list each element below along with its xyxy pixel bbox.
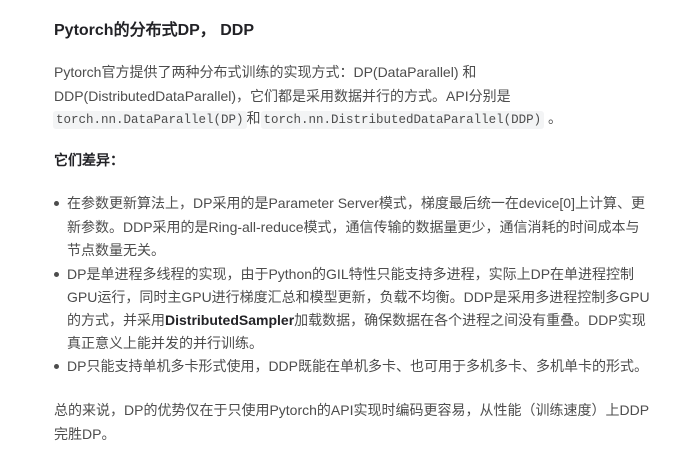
bullet-icon (54, 201, 59, 206)
summary-line: 总的来说，DP的优势仅在于只使用Pytorch的API实现时编码更容易，从性能（… (54, 402, 650, 418)
list-item-line: 新参数。DDP采用的是Ring-all-reduce模式，通信传输的数据量更少，… (67, 219, 640, 235)
summary-line: 完胜DP。 (54, 426, 116, 442)
list-item-line: 的方式，并采用DistributedSampler加载数据，确保数据在各个进程之… (67, 310, 646, 330)
text: 的方式，并采用 (67, 312, 165, 328)
intro-line: Pytorch官方提供了两种分布式训练的实现方式：DP(DataParallel… (54, 64, 477, 80)
bullet-icon (54, 272, 59, 277)
intro-line: DDP(DistributedDataParallel)，它们都是采用数据并行的… (54, 88, 511, 104)
bullet-icon (54, 364, 59, 369)
period: 。 (544, 110, 562, 126)
diff-heading: 它们差异： (54, 152, 124, 168)
page-title: Pytorch的分布式DP， DDP (54, 22, 255, 39)
bold-term: DistributedSampler (165, 312, 295, 328)
intro-api-line: torch.nn.DataParallel(DP) 和 torch.nn.Distr… (53, 108, 562, 130)
code-ddp: torch.nn.DistributedDataParallel(DDP) (260, 111, 545, 129)
list-item-line: 节点数量无关。 (67, 242, 165, 258)
joiner-text: 和 (246, 110, 261, 126)
list-item-line: DP是单进程多线程的实现，由于Python的GIL特性只能支持多进程，实际上DP… (67, 266, 635, 282)
text: 加载数据，确保数据在各个进程之间没有重叠。DDP实现 (294, 312, 646, 328)
code-dataparallel: torch.nn.DataParallel(DP) (53, 111, 247, 129)
list-item-line: 在参数更新算法上，DP采用的是Parameter Server模式，梯度最后统一… (67, 195, 645, 211)
list-item-line: 真正意义上能并发的并行训练。 (67, 335, 263, 351)
list-item-line: DP只能支持单机多卡形式使用，DDP既能在单机多卡、也可用于多机多卡、多机单卡的… (67, 358, 649, 374)
list-item-line: GPU运行，同时主GPU进行梯度汇总和模型更新，负载不均衡。DDP是采用多进程控… (67, 289, 650, 305)
